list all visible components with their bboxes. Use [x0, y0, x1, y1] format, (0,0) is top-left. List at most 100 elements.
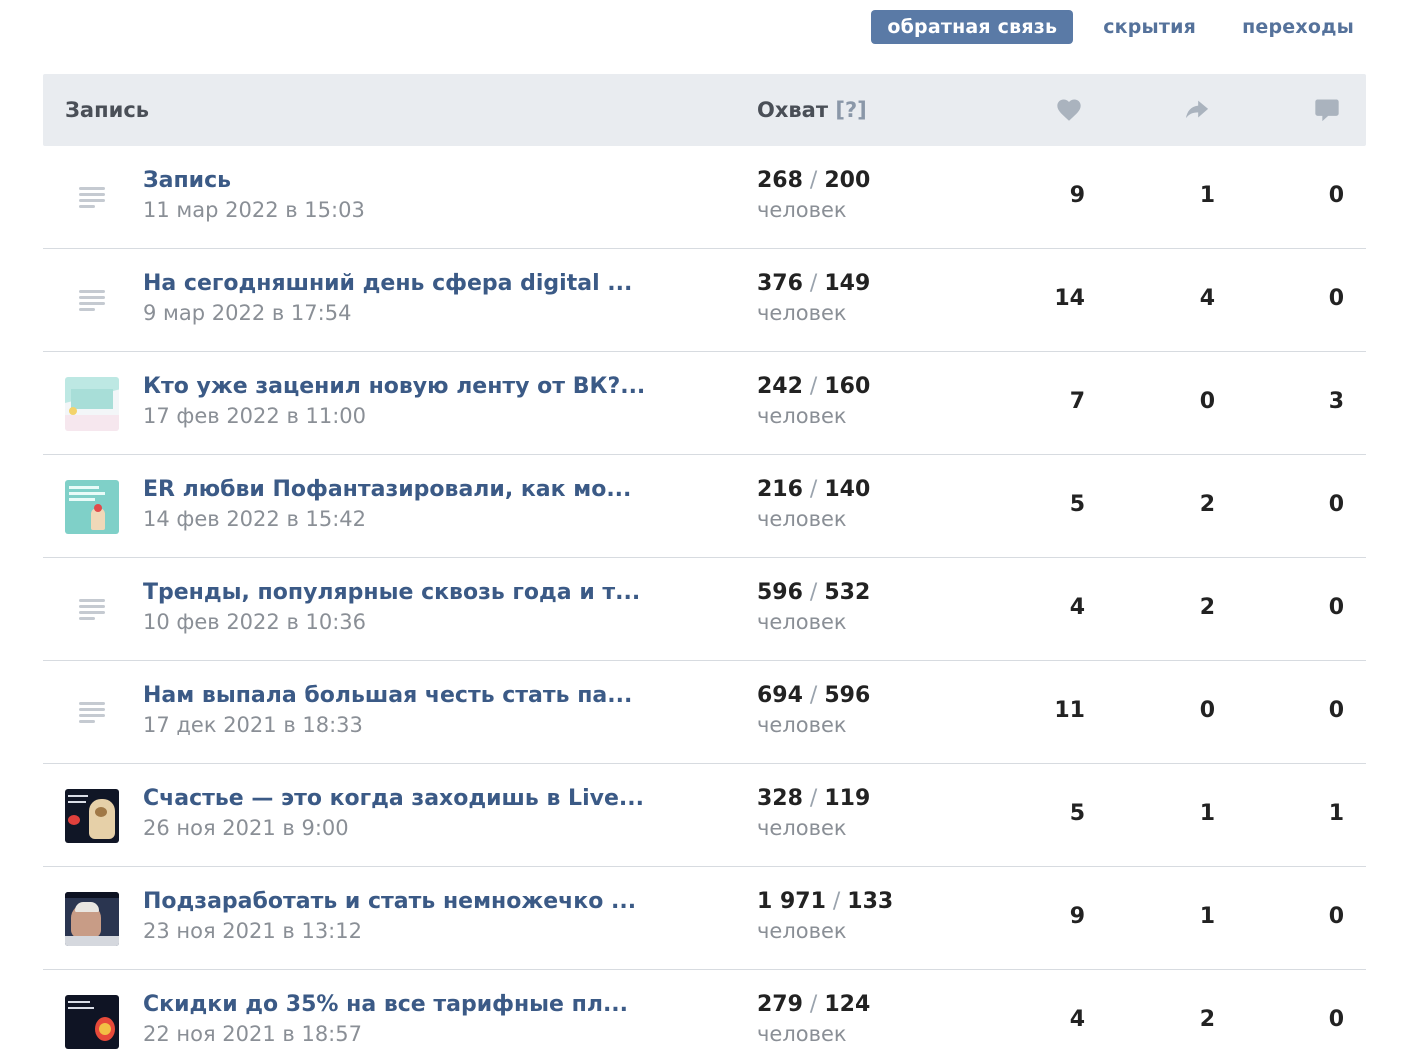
shares-count: 4	[1199, 286, 1215, 311]
reach-total: 216	[757, 477, 803, 502]
post-date: 14 фев 2022 в 15:42	[143, 507, 367, 531]
table-row[interactable]: На сегодняшний день сфера digital ... 9 …	[43, 249, 1366, 352]
column-header-post[interactable]: Запись	[65, 74, 149, 146]
comment-icon[interactable]	[1313, 96, 1341, 124]
likes-count: 5	[1069, 801, 1085, 826]
likes-count: 4	[1069, 1007, 1085, 1032]
post-date: 10 фев 2022 в 10:36	[143, 610, 367, 634]
reach-subscribers: 133	[847, 889, 894, 914]
shares-count: 2	[1199, 1007, 1215, 1032]
reach-value: 279 / 124	[757, 992, 870, 1017]
table-row[interactable]: ER любви Пофантазировали, как мо... 14 ф…	[43, 455, 1366, 558]
text-post-icon	[65, 583, 119, 637]
post-title-link[interactable]: ER любви Пофантазировали, как мо...	[143, 477, 643, 502]
shares-count: 0	[1199, 698, 1215, 723]
shares-count: 1	[1199, 904, 1215, 929]
text-post-icon	[65, 274, 119, 328]
reach-value: 328 / 119	[757, 786, 870, 811]
tab-clicks[interactable]: переходы	[1226, 10, 1370, 44]
reach-unit: человек	[757, 1022, 847, 1046]
reach-value: 268 / 200	[757, 168, 870, 193]
post-title-link[interactable]: Запись	[143, 168, 643, 193]
post-date: 23 ноя 2021 в 13:12	[143, 919, 362, 943]
reach-unit: человек	[757, 507, 847, 531]
table-row[interactable]: Тренды, популярные сквозь года и т... 10…	[43, 558, 1366, 661]
heart-icon[interactable]	[1055, 96, 1083, 124]
post-thumbnail[interactable]	[65, 995, 119, 1049]
likes-count: 4	[1069, 595, 1085, 620]
comments-count: 0	[1328, 286, 1344, 311]
post-title-link[interactable]: Скидки до 35% на все тарифные пл...	[143, 992, 643, 1017]
tab-feedback[interactable]: обратная связь	[871, 10, 1074, 44]
reach-total: 328	[757, 786, 803, 811]
reach-total: 1 971	[757, 889, 826, 914]
comments-count: 0	[1328, 698, 1344, 723]
tab-hides[interactable]: скрытия	[1087, 10, 1212, 44]
reach-separator: /	[802, 374, 825, 399]
table-row[interactable]: Счастье — это когда заходишь в Live... 2…	[43, 764, 1366, 867]
text-post-icon	[65, 171, 119, 225]
post-title-link[interactable]: На сегодняшний день сфера digital ...	[143, 271, 643, 296]
reach-subscribers: 119	[824, 786, 871, 811]
reach-unit: человек	[757, 198, 847, 222]
likes-count: 9	[1069, 183, 1085, 208]
reach-subscribers: 140	[824, 477, 871, 502]
table-row[interactable]: Кто уже заценил новую ленту от ВК?... 17…	[43, 352, 1366, 455]
reach-unit: человек	[757, 301, 847, 325]
reach-total: 242	[757, 374, 803, 399]
comments-count: 3	[1328, 389, 1344, 414]
reach-separator: /	[825, 889, 848, 914]
reach-separator: /	[802, 992, 825, 1017]
reach-subscribers: 124	[824, 992, 871, 1017]
post-date: 11 мар 2022 в 15:03	[143, 198, 365, 222]
reach-value: 376 / 149	[757, 271, 870, 296]
table-row[interactable]: Нам выпала большая честь стать па... 17 …	[43, 661, 1366, 764]
likes-count: 7	[1069, 389, 1085, 414]
post-title-link[interactable]: Нам выпала большая честь стать па...	[143, 683, 643, 708]
reach-subscribers: 532	[824, 580, 871, 605]
posts-table: Запись Охват [?] Запись 11 мар 2022 в 15…	[43, 74, 1366, 1062]
share-icon[interactable]	[1183, 96, 1211, 124]
reach-separator: /	[802, 271, 825, 296]
post-thumbnail[interactable]	[65, 892, 119, 946]
reach-label: Охват	[757, 98, 829, 122]
comments-count: 0	[1328, 1007, 1344, 1032]
reach-separator: /	[802, 477, 825, 502]
comments-count: 0	[1328, 492, 1344, 517]
post-title-link[interactable]: Кто уже заценил новую ленту от ВК?...	[143, 374, 643, 399]
post-date: 26 ноя 2021 в 9:00	[143, 816, 349, 840]
reach-help-link[interactable]: [?]	[835, 98, 866, 122]
reach-unit: человек	[757, 713, 847, 737]
likes-count: 5	[1069, 492, 1085, 517]
post-date: 22 ноя 2021 в 18:57	[143, 1022, 362, 1046]
shares-count: 1	[1199, 183, 1215, 208]
table-row[interactable]: Запись 11 мар 2022 в 15:03 268 / 200 чел…	[43, 146, 1366, 249]
table-header: Запись Охват [?]	[43, 74, 1366, 146]
likes-count: 14	[1054, 286, 1085, 311]
post-stats-page: обратная связь скрытия переходы Запись О…	[0, 0, 1414, 1062]
reach-unit: человек	[757, 404, 847, 428]
stats-tabs: обратная связь скрытия переходы	[871, 10, 1370, 44]
reach-unit: человек	[757, 919, 847, 943]
reach-total: 694	[757, 683, 803, 708]
text-post-icon	[65, 686, 119, 740]
post-title-link[interactable]: Тренды, популярные сквозь года и т...	[143, 580, 643, 605]
post-date: 17 дек 2021 в 18:33	[143, 713, 363, 737]
post-title-link[interactable]: Счастье — это когда заходишь в Live...	[143, 786, 643, 811]
post-thumbnail[interactable]	[65, 377, 119, 431]
table-row[interactable]: Скидки до 35% на все тарифные пл... 22 н…	[43, 970, 1366, 1062]
post-date: 17 фев 2022 в 11:00	[143, 404, 367, 428]
table-row[interactable]: Подзаработать и стать немножечко ... 23 …	[43, 867, 1366, 970]
shares-count: 2	[1199, 492, 1215, 517]
post-title-link[interactable]: Подзаработать и стать немножечко ...	[143, 889, 643, 914]
post-thumbnail[interactable]	[65, 789, 119, 843]
reach-value: 596 / 532	[757, 580, 870, 605]
column-header-reach[interactable]: Охват [?]	[757, 74, 867, 146]
reach-value: 242 / 160	[757, 374, 870, 399]
reach-value: 216 / 140	[757, 477, 870, 502]
likes-count: 11	[1054, 698, 1085, 723]
reach-separator: /	[802, 786, 825, 811]
reach-value: 694 / 596	[757, 683, 870, 708]
post-thumbnail[interactable]	[65, 480, 119, 534]
post-date: 9 мар 2022 в 17:54	[143, 301, 352, 325]
